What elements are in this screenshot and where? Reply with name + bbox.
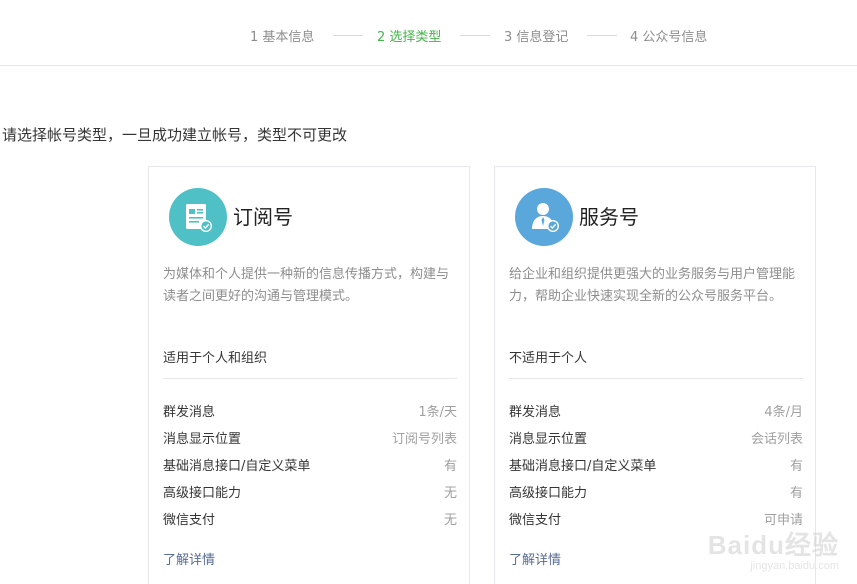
step-info-registration: 3 信息登记 bbox=[504, 30, 569, 45]
feature-name: 微信支付 bbox=[509, 513, 562, 528]
feature-row: 消息显示位置 会话列表 bbox=[509, 426, 803, 453]
feature-list: 群发消息 1条/天 消息显示位置 订阅号列表 基础消息接口/自定义菜单 有 高级… bbox=[163, 399, 457, 534]
card-title: 服务号 bbox=[579, 205, 639, 229]
feature-value: 1条/天 bbox=[418, 405, 457, 420]
feature-value: 无 bbox=[443, 513, 457, 528]
feature-list: 群发消息 4条/月 消息显示位置 会话列表 基础消息接口/自定义菜单 有 高级接… bbox=[509, 399, 803, 534]
learn-more-link[interactable]: 了解详情 bbox=[509, 549, 561, 568]
watermark-brand: Baidu经验 bbox=[707, 530, 839, 560]
feature-name: 基础消息接口/自定义菜单 bbox=[509, 459, 657, 474]
feature-name: 群发消息 bbox=[163, 405, 216, 420]
feature-name: 消息显示位置 bbox=[163, 432, 242, 447]
card-applicability: 不适用于个人 bbox=[509, 351, 588, 366]
step-connector bbox=[460, 35, 490, 36]
card-title: 订阅号 bbox=[233, 205, 293, 229]
feature-value: 有 bbox=[789, 486, 803, 501]
step-progress-bar: 1 基本信息 2 选择类型 3 信息登记 4 公众号信息 bbox=[0, 0, 857, 66]
step-connector bbox=[587, 35, 617, 36]
card-divider bbox=[509, 378, 803, 379]
account-type-card-service[interactable]: 服务号 给企业和组织提供更强大的业务服务与用户管理能力，帮助企业快速实现全新的公… bbox=[494, 166, 816, 584]
feature-value: 无 bbox=[443, 486, 457, 501]
feature-value: 4条/月 bbox=[764, 405, 803, 420]
feature-value: 会话列表 bbox=[750, 432, 803, 447]
step-account-info: 4 公众号信息 bbox=[630, 30, 708, 45]
card-divider bbox=[163, 378, 457, 379]
feature-row: 群发消息 4条/月 bbox=[509, 399, 803, 426]
feature-name: 微信支付 bbox=[163, 513, 216, 528]
feature-name: 消息显示位置 bbox=[509, 432, 588, 447]
feature-row: 消息显示位置 订阅号列表 bbox=[163, 426, 457, 453]
feature-row: 微信支付 无 bbox=[163, 507, 457, 534]
feature-row: 高级接口能力 无 bbox=[163, 480, 457, 507]
feature-value: 有 bbox=[789, 459, 803, 474]
feature-name: 群发消息 bbox=[509, 405, 562, 420]
baidu-watermark: Baidu经验 jingyan.baidu.com bbox=[708, 525, 839, 572]
card-applicability: 适用于个人和组织 bbox=[163, 351, 268, 366]
step-select-type: 2 选择类型 bbox=[377, 30, 442, 45]
account-type-card-subscription[interactable]: 订阅号 为媒体和个人提供一种新的信息传播方式，构建与读者之间更好的沟通与管理模式… bbox=[148, 166, 470, 584]
feature-row: 基础消息接口/自定义菜单 有 bbox=[163, 453, 457, 480]
service-person-icon bbox=[515, 188, 573, 246]
select-type-prompt: 请选择帐号类型，一旦成功建立帐号，类型不可更改 bbox=[2, 126, 348, 144]
feature-name: 基础消息接口/自定义菜单 bbox=[163, 459, 311, 474]
feature-row: 基础消息接口/自定义菜单 有 bbox=[509, 453, 803, 480]
step-connector bbox=[333, 35, 363, 36]
learn-more-link[interactable]: 了解详情 bbox=[163, 549, 215, 568]
card-description: 为媒体和个人提供一种新的信息传播方式，构建与读者之间更好的沟通与管理模式。 bbox=[163, 267, 450, 304]
feature-value: 订阅号列表 bbox=[391, 432, 457, 447]
feature-row: 群发消息 1条/天 bbox=[163, 399, 457, 426]
step-basic-info: 1 基本信息 bbox=[250, 30, 315, 45]
feature-row: 高级接口能力 有 bbox=[509, 480, 803, 507]
feature-name: 高级接口能力 bbox=[509, 486, 588, 501]
card-description: 给企业和组织提供更强大的业务服务与用户管理能力，帮助企业快速实现全新的公众号服务… bbox=[509, 267, 796, 304]
subscription-document-icon bbox=[169, 188, 227, 246]
feature-name: 高级接口能力 bbox=[163, 486, 242, 501]
feature-value: 有 bbox=[443, 459, 457, 474]
